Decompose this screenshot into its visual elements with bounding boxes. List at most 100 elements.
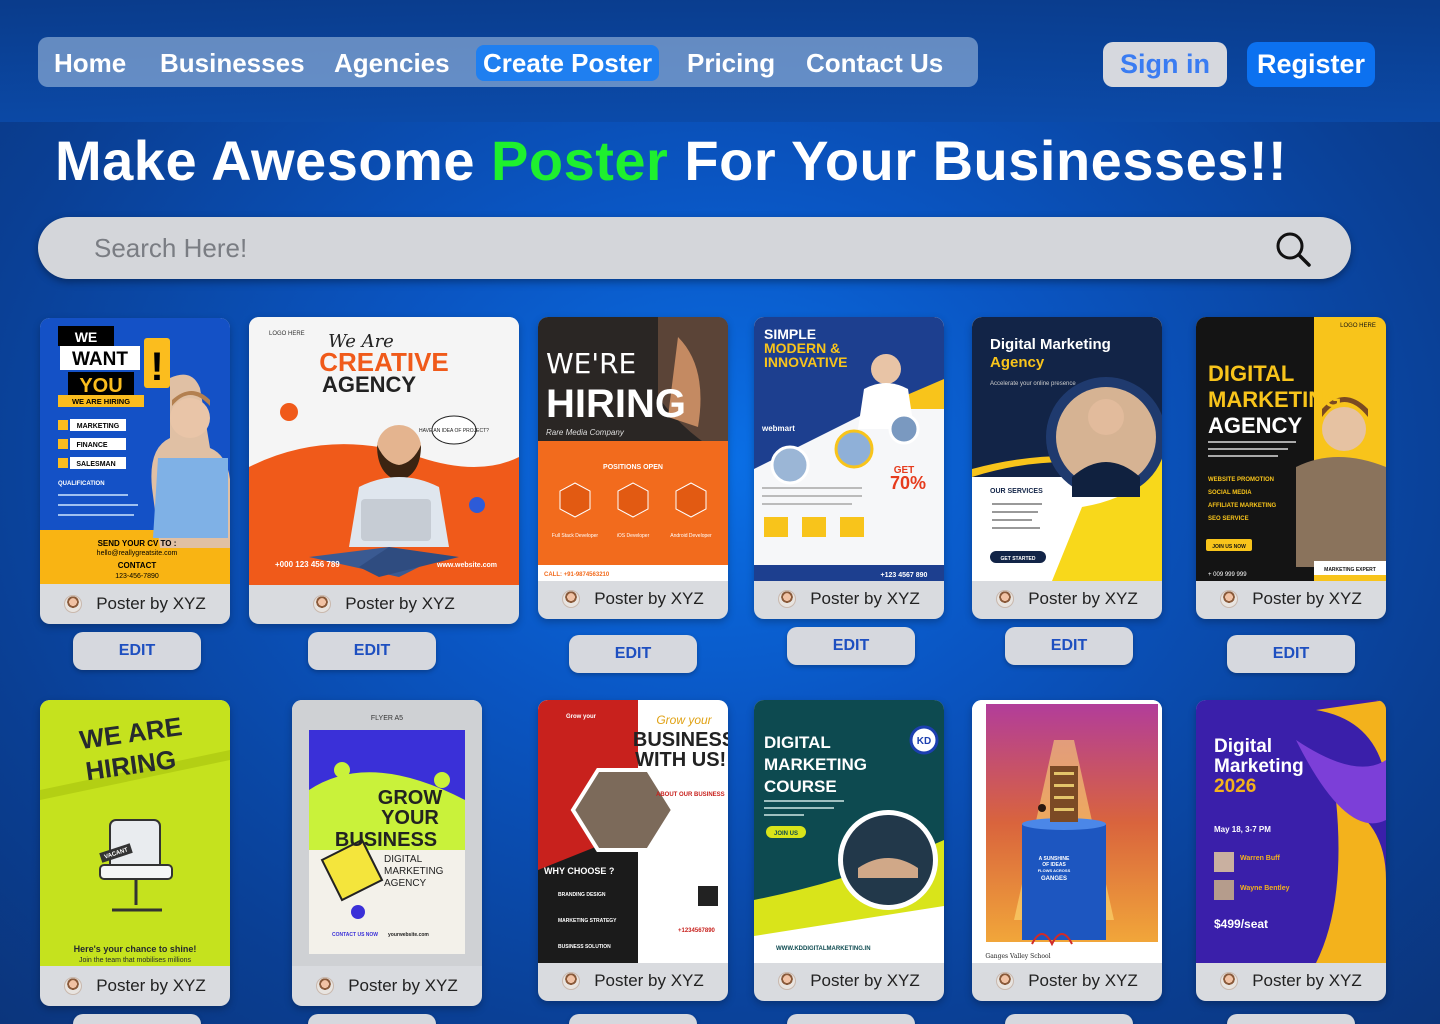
main-nav: Home Businesses Agencies Create Poster P… bbox=[38, 37, 978, 87]
poster-card[interactable]: A SUNSHINE OF IDEAS FLOWS ACROSS GANGES … bbox=[972, 700, 1162, 1001]
poster-card[interactable]: WE'RE HIRING Rare Media Company POSITION… bbox=[538, 317, 728, 619]
search-icon[interactable] bbox=[1275, 231, 1311, 267]
poster-card[interactable]: WE ARE HIRING VACANT Here's your chance … bbox=[40, 700, 230, 1006]
poster-text: Agency bbox=[990, 354, 1045, 371]
nav-create-poster[interactable]: Create Poster bbox=[476, 45, 660, 81]
poster-card[interactable]: Grow your Grow your BUSINESS WITH US!! A… bbox=[538, 700, 728, 1001]
edit-button[interactable]: EDIT bbox=[569, 635, 697, 673]
headline-part2: For Your Businesses!! bbox=[668, 129, 1288, 192]
poster-image-digital-marketing-2026[interactable]: Digital Marketing 2026 May 18, 3-7 PM Wa… bbox=[1196, 700, 1386, 963]
poster-text: WWW.KDDIGITALMARKETING.IN bbox=[776, 946, 871, 952]
poster-text: Rare Media Company bbox=[546, 428, 625, 437]
poster-card[interactable]: LOGO HERE We Are CREATIVE AGENCY HAVE AN… bbox=[249, 317, 519, 624]
poster-image-we-want-you[interactable]: WE WANT YOU ! WE ARE HIRING MARKETING FI… bbox=[40, 318, 230, 584]
poster-image-digital-marketing-course[interactable]: KD DIGITAL MARKETING COURSE JOIN US WWW.… bbox=[754, 700, 944, 963]
poster-card[interactable]: KD DIGITAL MARKETING COURSE JOIN US WWW.… bbox=[754, 700, 944, 1001]
edit-button[interactable]: EDIT bbox=[308, 632, 436, 670]
card-footer: Poster by XYZ bbox=[538, 579, 728, 619]
poster-text: Warren Buff bbox=[1240, 855, 1280, 862]
search-input[interactable]: Search Here! bbox=[94, 233, 247, 264]
poster-text: FLOWS ACROSS bbox=[1038, 868, 1071, 873]
poster-text: INNOVATIVE bbox=[764, 354, 848, 370]
edit-button[interactable]: EDIT bbox=[308, 1014, 436, 1024]
poster-text: GET STARTED bbox=[1001, 556, 1036, 562]
poster-text: AGENCY bbox=[384, 878, 427, 889]
poster-text: +1234567890 bbox=[678, 928, 716, 934]
poster-image-were-hiring[interactable]: WE'RE HIRING Rare Media Company POSITION… bbox=[538, 317, 728, 581]
poster-image-digital-marketing-agency[interactable]: Digital Marketing Agency Accelerate your… bbox=[972, 317, 1162, 581]
avatar bbox=[313, 595, 332, 613]
search-bar[interactable]: Search Here! bbox=[38, 217, 1351, 279]
poster-image-creative-agency[interactable]: LOGO HERE We Are CREATIVE AGENCY HAVE AN… bbox=[249, 317, 519, 585]
poster-text: KD bbox=[917, 736, 931, 747]
poster-image-grow-your-business[interactable]: FLYER A5 GROW YOUR BUSINESS DIGITAL MARK… bbox=[292, 700, 482, 966]
card-footer: Poster by XYZ bbox=[1196, 579, 1386, 619]
poster-author: Poster by XYZ bbox=[96, 976, 206, 995]
poster-text: SEO SERVICE bbox=[1208, 516, 1249, 522]
poster-card[interactable]: SIMPLE MODERN & INNOVATIVE webmart GET 7… bbox=[754, 317, 944, 619]
poster-card[interactable]: LOGO HERE DIGITAL MARKETING AGENCY WEBSI… bbox=[1196, 317, 1386, 619]
poster-text: GROW bbox=[378, 787, 443, 809]
edit-button[interactable]: EDIT bbox=[1005, 627, 1133, 665]
edit-button[interactable]: EDIT bbox=[73, 632, 201, 670]
poster-image-we-are-hiring-green[interactable]: WE ARE HIRING VACANT Here's your chance … bbox=[40, 700, 230, 966]
headline-highlight: Poster bbox=[491, 129, 669, 192]
nav-contact-us[interactable]: Contact Us bbox=[806, 45, 943, 81]
poster-text: Digital bbox=[1214, 736, 1272, 757]
avatar bbox=[562, 972, 581, 990]
register-button[interactable]: Register bbox=[1247, 42, 1375, 87]
edit-button[interactable]: EDIT bbox=[73, 1014, 201, 1024]
poster-card[interactable]: WE WANT YOU ! WE ARE HIRING MARKETING FI… bbox=[40, 318, 230, 624]
poster-image-digital-marketing-yellow[interactable]: LOGO HERE DIGITAL MARKETING AGENCY WEBSI… bbox=[1196, 317, 1386, 581]
poster-card[interactable]: FLYER A5 GROW YOUR BUSINESS DIGITAL MARK… bbox=[292, 700, 482, 1006]
poster-text: WE bbox=[75, 329, 98, 345]
poster-text: 123-456-7890 bbox=[115, 573, 159, 580]
svg-text:!: ! bbox=[150, 345, 163, 389]
poster-text: POSITIONS OPEN bbox=[603, 464, 663, 471]
poster-text: +000 123 456 789 bbox=[275, 560, 340, 569]
poster-author: Poster by XYZ bbox=[1028, 971, 1138, 990]
signin-button[interactable]: Sign in bbox=[1103, 42, 1227, 87]
poster-text: Grow your bbox=[656, 713, 712, 727]
poster-text: WITH US!! bbox=[635, 749, 728, 771]
poster-text: MARKETING bbox=[764, 755, 867, 774]
poster-text: Here's your chance to shine! bbox=[74, 944, 197, 954]
edit-button[interactable]: EDIT bbox=[1227, 1014, 1355, 1024]
poster-text: YOU bbox=[79, 375, 122, 397]
nav-home[interactable]: Home bbox=[54, 45, 126, 81]
avatar bbox=[64, 977, 83, 995]
poster-author: Poster by XYZ bbox=[96, 594, 206, 613]
card-footer: Poster by XYZ bbox=[1196, 961, 1386, 1001]
avatar bbox=[1220, 972, 1239, 990]
poster-text: AGENCY bbox=[1208, 413, 1302, 438]
edit-button[interactable]: EDIT bbox=[787, 627, 915, 665]
poster-author: Poster by XYZ bbox=[348, 976, 458, 995]
avatar bbox=[996, 590, 1015, 608]
edit-button[interactable]: EDIT bbox=[1227, 635, 1355, 673]
poster-card[interactable]: Digital Marketing Agency Accelerate your… bbox=[972, 317, 1162, 619]
edit-button[interactable]: EDIT bbox=[1005, 1014, 1133, 1024]
edit-button[interactable]: EDIT bbox=[569, 1014, 697, 1024]
avatar bbox=[316, 977, 335, 995]
edit-button[interactable]: EDIT bbox=[787, 1014, 915, 1024]
poster-text: yourwebsite.com bbox=[388, 932, 429, 938]
poster-text: iOS Developer bbox=[617, 533, 650, 539]
poster-card[interactable]: Digital Marketing 2026 May 18, 3-7 PM Wa… bbox=[1196, 700, 1386, 1001]
avatar bbox=[562, 590, 581, 608]
nav-agencies[interactable]: Agencies bbox=[334, 45, 450, 81]
poster-text: WHY CHOOSE ? bbox=[544, 866, 614, 876]
poster-text: BRANDING DESIGN bbox=[558, 892, 606, 898]
poster-text: FINANCE bbox=[76, 442, 107, 449]
poster-image-simple-modern[interactable]: SIMPLE MODERN & INNOVATIVE webmart GET 7… bbox=[754, 317, 944, 581]
poster-author: Poster by XYZ bbox=[594, 589, 704, 608]
poster-text: + 009 999 999 bbox=[1208, 572, 1247, 578]
nav-businesses[interactable]: Businesses bbox=[160, 45, 305, 81]
poster-image-ganges-valley-school[interactable]: A SUNSHINE OF IDEAS FLOWS ACROSS GANGES … bbox=[972, 700, 1162, 963]
poster-image-business-with-us[interactable]: Grow your Grow your BUSINESS WITH US!! A… bbox=[538, 700, 728, 963]
poster-text: COURSE bbox=[764, 777, 837, 796]
card-footer: Poster by XYZ bbox=[972, 579, 1162, 619]
card-footer: Poster by XYZ bbox=[40, 584, 230, 624]
card-footer: Poster by XYZ bbox=[754, 961, 944, 1001]
nav-pricing[interactable]: Pricing bbox=[687, 45, 775, 81]
poster-text: hello@reallygreatsite.com bbox=[97, 550, 178, 557]
